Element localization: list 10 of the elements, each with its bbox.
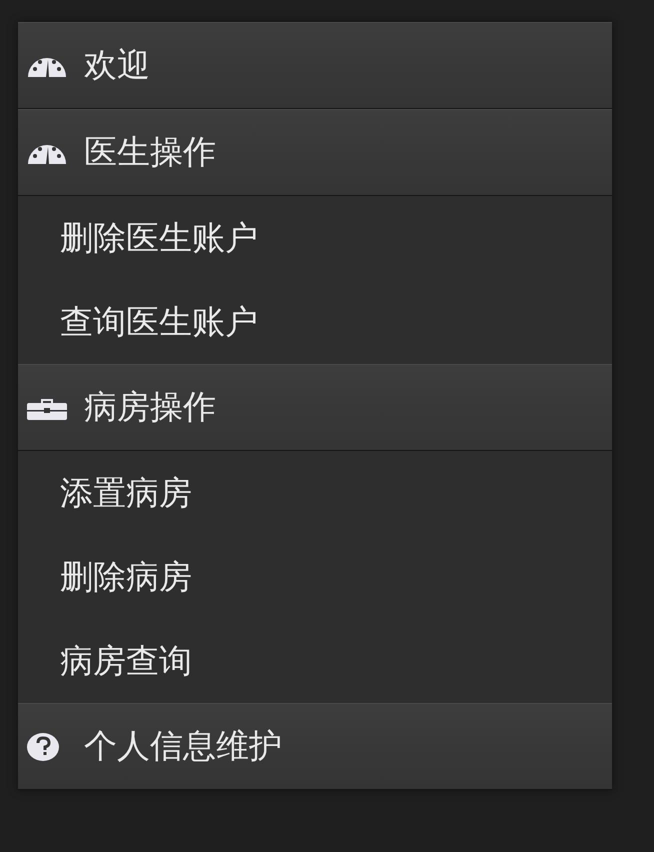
- help-icon: [26, 732, 60, 762]
- menu-item[interactable]: 删除病房: [18, 535, 612, 619]
- menu-header[interactable]: 欢迎: [18, 22, 612, 109]
- menu-item[interactable]: 添置病房: [18, 451, 612, 535]
- menu-header[interactable]: 个人信息维护: [18, 703, 612, 790]
- menu-item[interactable]: 删除医生账户: [18, 196, 612, 280]
- menu-item[interactable]: 病房查询: [18, 619, 612, 703]
- menu-header[interactable]: 医生操作: [18, 109, 612, 196]
- menu-item[interactable]: 查询医生账户: [18, 280, 612, 364]
- menu-header[interactable]: 病房操作: [18, 364, 612, 451]
